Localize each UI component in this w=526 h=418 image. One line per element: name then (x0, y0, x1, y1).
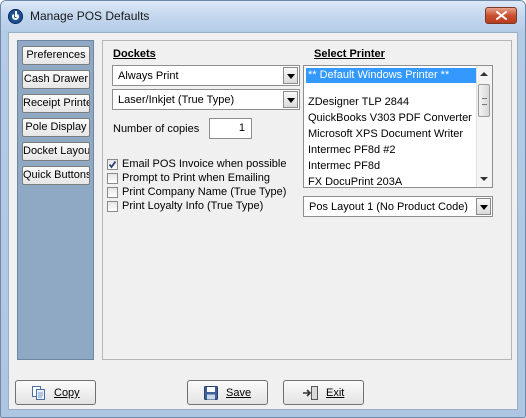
copy-label: Copy (54, 387, 80, 399)
print-company-label: Print Company Name (True Type) (122, 186, 287, 198)
save-label: Save (226, 387, 252, 399)
scroll-thumb[interactable] (478, 84, 490, 117)
select-printer-heading: Select Printer (314, 48, 385, 60)
print-mode-value: Always Print (118, 70, 179, 82)
scroll-down-icon[interactable] (480, 177, 488, 181)
window: Manage POS Defaults Preferences Cash Dra… (0, 0, 526, 418)
window-title: Manage POS Defaults (30, 9, 150, 23)
printer-item[interactable]: QuickBooks V303 PDF Converter (306, 111, 480, 126)
printer-item-default[interactable]: ** Default Windows Printer ** (306, 68, 480, 83)
copy-button[interactable]: Copy (15, 380, 96, 405)
print-company-checkbox[interactable]: Print Company Name (True Type) (107, 186, 286, 199)
receipt-printer-panel: Dockets Always Print Laser/Inkjet (True … (102, 40, 512, 360)
printer-item[interactable]: Intermec PF8d (306, 159, 480, 174)
printer-item[interactable]: FX DocuPrint 203A (306, 175, 480, 187)
chevron-down-icon[interactable] (283, 67, 298, 84)
exit-label: Exit (326, 387, 345, 399)
print-mode-select[interactable]: Always Print (112, 65, 300, 86)
checkbox-box[interactable] (107, 159, 118, 170)
printer-scrollbar[interactable] (476, 66, 492, 187)
title-bar[interactable]: Manage POS Defaults (1, 1, 525, 31)
copies-label: Number of copies (113, 123, 200, 135)
sidebar-item-quick-buttons[interactable]: Quick Buttons (22, 166, 90, 185)
printer-item[interactable]: Intermec PF8d #2 (306, 143, 480, 158)
check-icon (108, 160, 117, 169)
printer-type-select[interactable]: Laser/Inkjet (True Type) (112, 89, 300, 110)
save-icon (204, 386, 218, 400)
email-invoice-checkbox[interactable]: Email POS Invoice when possible (107, 158, 286, 171)
exit-icon (303, 386, 318, 400)
dialog-body: Preferences Cash Drawer Receipt Printer … (8, 32, 518, 410)
copy-icon (32, 386, 45, 400)
power-icon (8, 9, 23, 24)
exit-button[interactable]: Exit (283, 380, 364, 405)
sidebar-item-docket-layout[interactable]: Docket Layout (22, 142, 90, 161)
close-button[interactable] (485, 7, 517, 24)
pos-layout-value: Pos Layout 1 (No Product Code) (309, 201, 468, 213)
sidebar: Preferences Cash Drawer Receipt Printer … (17, 40, 94, 360)
printer-item[interactable]: Microsoft XPS Document Writer (306, 127, 480, 142)
dockets-heading: Dockets (113, 48, 156, 60)
printer-item-blank[interactable] (306, 84, 480, 95)
sidebar-item-cash-drawer[interactable]: Cash Drawer (22, 70, 90, 89)
close-icon (496, 11, 507, 20)
sidebar-item-preferences[interactable]: Preferences (22, 46, 90, 65)
prompt-print-label: Prompt to Print when Emailing (122, 172, 270, 184)
copies-input[interactable]: 1 (209, 118, 252, 139)
checkbox-box[interactable] (107, 173, 118, 184)
chevron-down-icon[interactable] (476, 198, 491, 215)
checkbox-box[interactable] (107, 201, 118, 212)
checkbox-box[interactable] (107, 187, 118, 198)
chevron-down-icon[interactable] (283, 91, 298, 108)
prompt-print-checkbox[interactable]: Prompt to Print when Emailing (107, 172, 270, 185)
printer-listbox[interactable]: ** Default Windows Printer ** ZDesigner … (303, 65, 493, 188)
scroll-up-icon[interactable] (480, 72, 488, 76)
print-loyalty-label: Print Loyalty Info (True Type) (122, 200, 264, 212)
sidebar-item-receipt-printer[interactable]: Receipt Printer (22, 94, 90, 113)
printer-item[interactable]: ZDesigner TLP 2844 (306, 95, 480, 110)
sidebar-item-pole-display[interactable]: Pole Display (22, 118, 90, 137)
pos-layout-select[interactable]: Pos Layout 1 (No Product Code) (303, 196, 493, 217)
email-invoice-label: Email POS Invoice when possible (122, 158, 287, 170)
printer-type-value: Laser/Inkjet (True Type) (118, 94, 235, 106)
save-button[interactable]: Save (187, 380, 268, 405)
print-loyalty-checkbox[interactable]: Print Loyalty Info (True Type) (107, 200, 263, 213)
